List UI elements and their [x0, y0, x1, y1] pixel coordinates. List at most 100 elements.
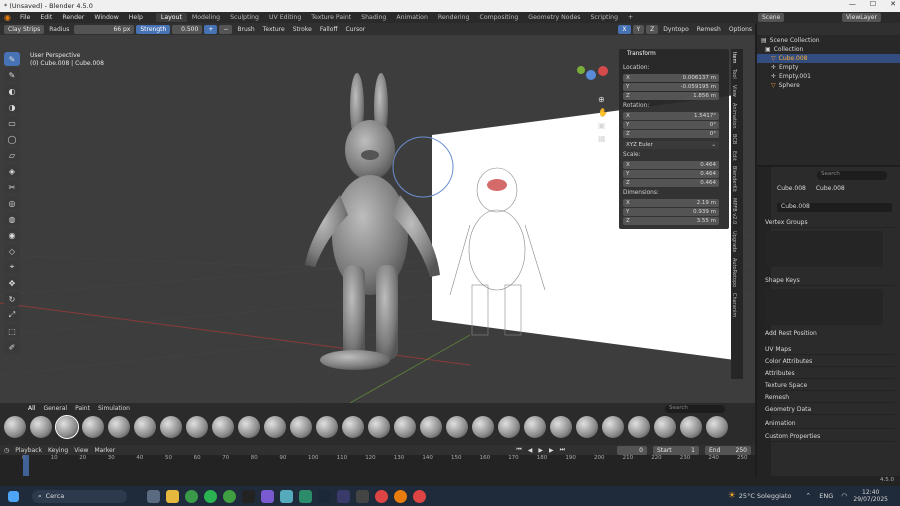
- tab-uv-editing[interactable]: UV Editing: [264, 13, 306, 22]
- face-set-icon[interactable]: ◑: [4, 100, 20, 114]
- texture-menu[interactable]: Texture: [260, 26, 288, 33]
- mask-brush-icon[interactable]: ◐: [4, 84, 20, 98]
- tab-animation-side[interactable]: Animation: [731, 100, 737, 132]
- brush-menu[interactable]: Brush: [234, 26, 257, 33]
- brush-thumbnail[interactable]: [654, 416, 676, 438]
- trim-icon[interactable]: ✂: [4, 180, 20, 194]
- add-rest-position-checkbox[interactable]: Add Rest Position: [765, 328, 895, 339]
- weather-text[interactable]: 25°C Soleggiato: [739, 492, 792, 500]
- direction-add-button[interactable]: +: [204, 24, 218, 34]
- outliner-item[interactable]: ✛ Empty.001: [757, 72, 900, 81]
- tray-chevron-icon[interactable]: ⌃: [805, 492, 811, 500]
- falloff-menu[interactable]: Falloff: [317, 26, 341, 33]
- brush-thumbnail[interactable]: [160, 416, 182, 438]
- brush-thumbnail[interactable]: [472, 416, 494, 438]
- tab-charanim[interactable]: Charanim: [731, 290, 737, 320]
- rotation-x-field[interactable]: X 1.5417°: [623, 112, 719, 120]
- playback-menu[interactable]: Playback: [15, 447, 42, 454]
- brush-selector[interactable]: Clay Strips: [4, 24, 45, 34]
- brush-thumbnail[interactable]: [30, 416, 52, 438]
- scale-z-field[interactable]: Z 0.464: [623, 179, 719, 187]
- transform-icon[interactable]: ⬚: [4, 324, 20, 338]
- view-menu[interactable]: View: [74, 447, 88, 454]
- start-frame-field[interactable]: Start 1: [653, 445, 699, 455]
- options-menu[interactable]: Options: [726, 26, 755, 33]
- brush-thumbnail[interactable]: [342, 416, 364, 438]
- custom-properties-section[interactable]: Custom Properties: [765, 431, 895, 442]
- brush-thumbnail[interactable]: [55, 415, 79, 439]
- location-y-field[interactable]: Y -0.059195 m: [623, 83, 719, 91]
- tab-scripting[interactable]: Scripting: [586, 13, 624, 22]
- transform-header[interactable]: Transform: [627, 51, 656, 57]
- brush-thumbnail[interactable]: [264, 416, 286, 438]
- direction-subtract-button[interactable]: −: [219, 24, 233, 34]
- move-icon[interactable]: ✥: [4, 276, 20, 290]
- geometry-data-section[interactable]: Geometry Data: [765, 404, 895, 415]
- asset-shelf-search[interactable]: Search: [665, 405, 725, 413]
- outliner-item[interactable]: ▽ Cube.008: [757, 54, 900, 63]
- blender-icon[interactable]: [394, 489, 407, 503]
- chrome-icon[interactable]: [375, 489, 388, 503]
- scale-y-field[interactable]: Y 0.464: [623, 170, 719, 178]
- tab-rendering[interactable]: Rendering: [433, 13, 475, 22]
- timeline-editor-icon[interactable]: ◷: [4, 447, 9, 454]
- radius-field[interactable]: 66 px: [74, 24, 135, 34]
- brush-thumbnail[interactable]: [82, 416, 104, 438]
- color-filter-icon[interactable]: ◉: [4, 228, 20, 242]
- unreal-icon[interactable]: [242, 489, 255, 503]
- jump-start-icon[interactable]: ⏮: [516, 446, 521, 454]
- blender-logo-icon[interactable]: ◉: [4, 13, 15, 22]
- tab-mpfb[interactable]: MPFB v2.0: [731, 195, 737, 227]
- menu-window[interactable]: Window: [89, 14, 123, 21]
- tab-general[interactable]: General: [43, 405, 67, 412]
- maximize-button[interactable]: ☐: [870, 0, 876, 8]
- remesh-menu[interactable]: Remesh: [694, 26, 724, 33]
- cloth-filter-icon[interactable]: ◍: [4, 212, 20, 226]
- tab-sculpting[interactable]: Sculpting: [225, 13, 264, 22]
- hide-icon[interactable]: ◈: [4, 164, 20, 178]
- step-back-icon[interactable]: ◀: [528, 447, 533, 454]
- add-workspace-button[interactable]: +: [623, 13, 638, 22]
- edit-face-set-icon[interactable]: ◇: [4, 244, 20, 258]
- xbox-icon[interactable]: [223, 489, 236, 503]
- camera-icon[interactable]: ▣: [598, 121, 608, 130]
- scene-selector[interactable]: Scene: [758, 13, 785, 22]
- tab-blenderkit[interactable]: BlenderKit: [731, 163, 737, 195]
- jump-end-icon[interactable]: ⏭: [560, 446, 565, 454]
- brush-thumbnail[interactable]: [394, 416, 416, 438]
- symmetry-x-button[interactable]: X: [618, 24, 631, 34]
- tab-bcb[interactable]: BCB: [731, 131, 737, 147]
- shape-keys-list[interactable]: [765, 289, 883, 325]
- brush-thumbnail[interactable]: [550, 416, 572, 438]
- brush-thumbnail[interactable]: [628, 416, 650, 438]
- brush-thumbnail[interactable]: [420, 416, 442, 438]
- ortho-grid-icon[interactable]: ▦: [598, 134, 608, 143]
- scale-icon[interactable]: ⤢: [4, 308, 20, 322]
- language-indicator[interactable]: ENG: [819, 492, 833, 500]
- menu-render[interactable]: Render: [57, 14, 89, 21]
- dimension-y-field[interactable]: Y 0.939 m: [623, 208, 719, 216]
- marker-menu[interactable]: Marker: [94, 447, 115, 454]
- brush-thumbnail[interactable]: [108, 416, 130, 438]
- brush-thumbnail[interactable]: [680, 416, 702, 438]
- draw-brush-icon[interactable]: ✎: [4, 52, 20, 66]
- brush-thumbnail[interactable]: [290, 416, 312, 438]
- brush-thumbnail[interactable]: [316, 416, 338, 438]
- whatsapp-icon[interactable]: [204, 489, 217, 503]
- menu-file[interactable]: File: [15, 14, 35, 21]
- tab-animation[interactable]: Animation: [391, 13, 433, 22]
- app-icon[interactable]: [337, 489, 350, 503]
- tab-simulation[interactable]: Simulation: [98, 405, 130, 412]
- tab-edit[interactable]: Edit: [731, 148, 737, 164]
- strength-field[interactable]: 0.500: [172, 24, 203, 34]
- tab-layout[interactable]: Layout: [155, 13, 187, 22]
- box-mask-icon[interactable]: ▭: [4, 116, 20, 130]
- brush-thumbnail[interactable]: [238, 416, 260, 438]
- zoom-icon[interactable]: ⊕: [598, 95, 608, 104]
- viewlayer-selector[interactable]: ViewLayer: [842, 13, 881, 22]
- app-icon[interactable]: [299, 489, 312, 503]
- taskbar-search[interactable]: ⌕ Cerca: [32, 489, 127, 503]
- brush-thumbnail[interactable]: [4, 416, 26, 438]
- brush-thumbnail[interactable]: [446, 416, 468, 438]
- app-icon[interactable]: [356, 489, 369, 503]
